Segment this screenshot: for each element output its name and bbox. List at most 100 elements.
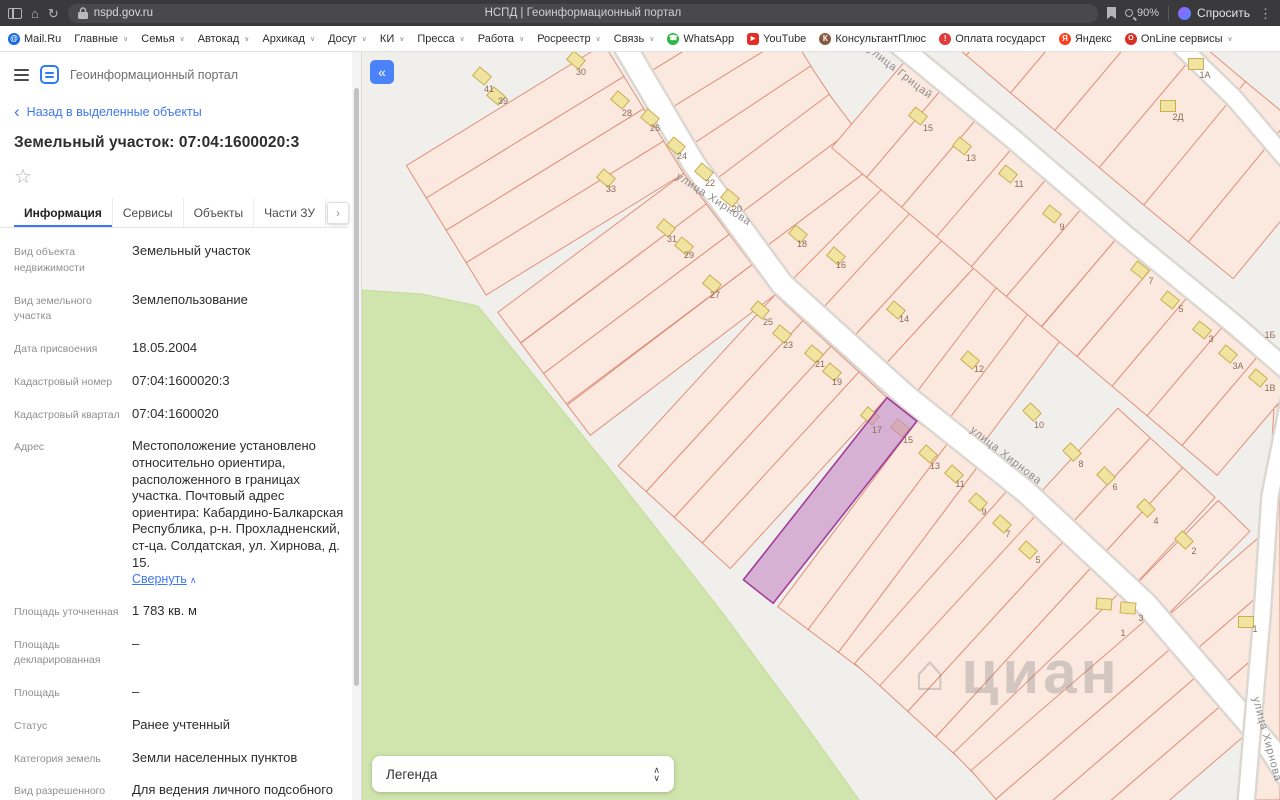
parcel-number: 25 <box>763 317 773 327</box>
ask-button[interactable]: Спросить <box>1178 6 1250 20</box>
chevron-down-icon: ∨ <box>649 35 655 43</box>
yandex-icon: Я <box>1058 32 1071 45</box>
parcel-number: 39 <box>498 96 508 106</box>
parcel-number: 21 <box>815 359 825 369</box>
field-value: 07:04:1600020 <box>122 406 219 424</box>
bookmark-label: YouTube <box>763 32 807 45</box>
bookmark-item-3[interactable]: Автокад ∨ <box>198 33 250 45</box>
field-value-text: Местоположение установлено относительно … <box>132 438 344 570</box>
bookmark-item-4[interactable]: Архикад ∨ <box>262 33 315 45</box>
assistant-icon <box>1178 6 1192 20</box>
bookmark-item-10[interactable]: Связь ∨ <box>614 33 655 45</box>
tabs-scroll-button[interactable]: › <box>327 202 349 224</box>
parcel-number: 9 <box>981 507 986 517</box>
parcel-number: 14 <box>899 314 909 324</box>
bookmark-item-5[interactable]: Досуг ∨ <box>328 33 367 45</box>
field-value: 1 783 кв. м <box>122 603 197 621</box>
bookmark-label: WhatsApp <box>683 32 735 45</box>
chevron-down-icon: ∨ <box>459 35 465 43</box>
bookmarks-bar: @ Mail.Ru Главные ∨ Семья ∨ Автокад ∨ Архикад ∨ До… <box>0 26 1280 52</box>
field-value: Земельный участок <box>122 243 250 277</box>
bookmark-item-13[interactable]: К КонсультантПлюс <box>819 32 926 45</box>
bookmark-item-0[interactable]: @ Mail.Ru <box>8 32 62 45</box>
bookmark-item-8[interactable]: Работа ∨ <box>478 33 524 45</box>
building <box>1119 601 1137 615</box>
parcel-number: 1 <box>1252 624 1257 634</box>
tab-0[interactable]: Информация <box>14 198 113 227</box>
building <box>1160 100 1176 112</box>
field-value-text: Земельный участок <box>132 243 251 258</box>
tabs-panel-icon[interactable] <box>8 7 22 19</box>
collapse-panel-button[interactable]: « <box>370 60 394 84</box>
tab-3[interactable]: Части ЗУ <box>254 198 327 227</box>
bookmark-item-9[interactable]: Росреестр ∨ <box>537 33 601 45</box>
field-value-text: – <box>132 684 140 700</box>
url-text: nspd.gov.ru <box>93 7 154 19</box>
parcel-number: 24 <box>677 151 687 161</box>
parcel-number: 2Д <box>1172 112 1183 122</box>
chevron-left-icon: ‹ <box>14 102 20 121</box>
kplus-icon: К <box>819 32 832 45</box>
parcel-number: 26 <box>650 123 660 133</box>
nspd-logo-icon <box>40 65 59 84</box>
field-row-3: Кадастровый номер 07:04:1600020:3 <box>14 373 345 391</box>
bookmark-flag-icon[interactable] <box>1107 7 1116 19</box>
parcel-number: 3А <box>1232 361 1243 371</box>
chevron-down-icon: ∨ <box>519 35 525 43</box>
bookmark-item-14[interactable]: ! Оплата государст <box>939 32 1046 45</box>
favorite-star-button[interactable]: ☆ <box>8 162 38 191</box>
refresh-icon[interactable]: ↻ <box>48 7 59 20</box>
field-row-0: Вид объекта недвижимости Земельный участо… <box>14 243 345 277</box>
chevron-up-icon: ∧ <box>189 575 197 586</box>
parcel-number: 19 <box>832 377 842 387</box>
scrollbar-thumb[interactable] <box>354 88 359 686</box>
tab-1[interactable]: Сервисы <box>113 198 184 227</box>
legend-toggle[interactable]: Легенда ∧ ∨ <box>372 756 674 792</box>
map-area[interactable]: улица Грицай улица Хирнова улица Хирнова ул… <box>362 52 1280 800</box>
field-label: Площадь декларированная <box>14 638 101 667</box>
chevron-down-icon: ∨ <box>399 35 405 43</box>
bookmark-label: Работа <box>477 32 515 45</box>
bookmark-item-7[interactable]: Пресса ∨ <box>417 33 464 45</box>
parcel-number: 11 <box>955 479 964 489</box>
parcel-number: 23 <box>783 340 793 350</box>
parcel-number: 8 <box>1078 459 1083 469</box>
back-link-label: Назад в выделенные объекты <box>26 105 202 119</box>
address-bar[interactable]: nspd.gov.ru НСПД | Геоинформационный пор… <box>67 3 1098 23</box>
collapse-address-link[interactable]: Свернуть <box>132 572 187 586</box>
field-row-8: Площадь – <box>14 684 345 702</box>
bookmark-item-11[interactable]: ☎ WhatsApp <box>667 32 735 45</box>
tab-2[interactable]: Объекты <box>184 198 255 227</box>
browser-chrome: ⌂ ↻ nspd.gov.ru НСПД | Геоинформационный… <box>0 0 1280 26</box>
menu-kebab-icon[interactable]: ⋮ <box>1259 7 1272 20</box>
zoom-level: 90% <box>1137 7 1160 19</box>
cadastral-map[interactable]: улица Грицайулица Хирноваулица Хирноваул… <box>362 52 1280 800</box>
home-icon[interactable]: ⌂ <box>31 7 39 20</box>
mailru-icon: @ <box>8 32 20 45</box>
bookmark-item-6[interactable]: КИ ∨ <box>380 33 404 45</box>
parcel-number: 5 <box>1178 304 1183 314</box>
bookmark-item-12[interactable]: ▶ YouTube <box>747 32 807 45</box>
field-value: – <box>122 684 139 702</box>
bookmark-label: Mail.Ru <box>24 32 62 45</box>
field-value: 07:04:1600020:3 <box>122 373 230 391</box>
parcel-number: 7 <box>1148 276 1153 286</box>
field-label: Адрес <box>14 441 45 454</box>
zoom-control[interactable]: 90% <box>1125 7 1159 19</box>
parcel-number: 5 <box>1035 555 1040 565</box>
panel-scrollbar[interactable] <box>352 52 361 800</box>
bookmark-label: Архикад <box>262 32 305 45</box>
parcel-number: 29 <box>684 250 694 260</box>
building <box>1095 597 1113 611</box>
parcel-number: 3 <box>1208 334 1213 344</box>
bookmark-item-16[interactable]: O OnLine сервисы ∨ <box>1124 32 1233 45</box>
tabs-bar: ИнформацияСервисыОбъектыЧасти ЗУСоста <box>0 198 348 228</box>
bookmark-item-1[interactable]: Главные ∨ <box>74 33 128 45</box>
bookmark-label: Досуг <box>328 32 357 45</box>
back-link[interactable]: ‹ Назад в выделенные объекты <box>14 102 347 121</box>
parcel-number: 1А <box>1199 70 1210 80</box>
bookmark-item-15[interactable]: Я Яндекс <box>1058 32 1112 45</box>
bookmark-item-2[interactable]: Семья ∨ <box>141 33 184 45</box>
hamburger-menu-icon[interactable] <box>14 66 29 84</box>
parcel-number: 10 <box>1034 420 1044 430</box>
